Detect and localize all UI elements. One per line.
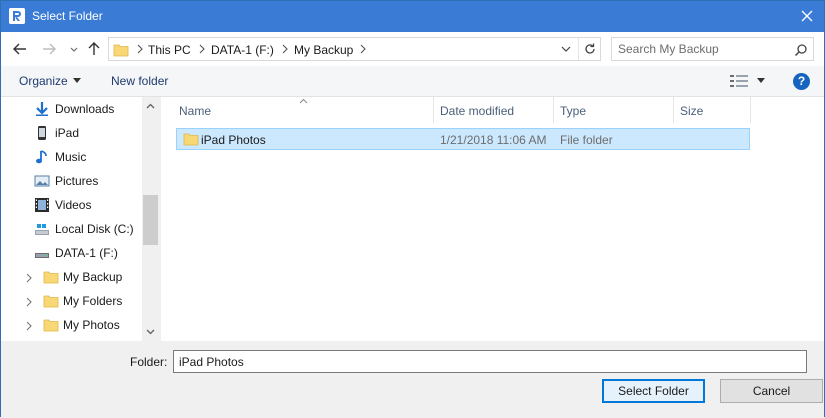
column-header-label: Type [560, 104, 587, 118]
folder-icon [43, 271, 59, 284]
pictures-icon [34, 175, 50, 187]
videos-icon [35, 198, 49, 212]
folder-icon [43, 295, 59, 308]
sidebar-item-pictures[interactable]: Pictures [1, 169, 141, 193]
cancel-button[interactable]: Cancel [720, 379, 823, 403]
file-date-modified: 1/21/2018 11:06 AM [440, 133, 547, 147]
recent-locations-button[interactable] [65, 40, 83, 58]
sidebar-item-ipad[interactable]: iPad [1, 121, 141, 145]
close-button[interactable] [790, 1, 824, 32]
breadcrumb-my-backup[interactable]: My Backup [294, 43, 353, 57]
caret-down-icon[interactable] [73, 78, 81, 83]
breadcrumb-data-1[interactable]: DATA-1 (F:) [211, 43, 274, 57]
drive-icon [35, 224, 49, 235]
sidebar-item-videos[interactable]: Videos [1, 193, 141, 217]
sidebar-item-downloads[interactable]: Downloads [1, 97, 141, 121]
select-folder-button[interactable]: Select Folder [602, 379, 705, 403]
sidebar-item-music[interactable]: Music [1, 145, 141, 169]
sidebar-item-label: Downloads [55, 102, 115, 116]
sidebar-item-label: Videos [55, 198, 92, 212]
refresh-icon[interactable] [583, 42, 597, 56]
back-button[interactable] [11, 40, 29, 58]
chevron-right-icon [360, 44, 366, 54]
sidebar-item-label: Pictures [55, 174, 99, 188]
sidebar-item-label: Music [55, 150, 87, 164]
chevron-right-icon[interactable] [25, 297, 33, 307]
dialog-footer: Folder: Select Folder Cancel [1, 341, 824, 418]
sidebar-item-label: My Photos [63, 318, 120, 332]
column-header-size[interactable]: Size [674, 97, 751, 123]
search-input[interactable] [618, 41, 788, 57]
help-button[interactable]: ? [793, 73, 810, 90]
chevron-right-icon[interactable] [25, 321, 33, 331]
file-name: iPad Photos [201, 133, 266, 147]
ipad-icon [38, 126, 46, 140]
chevron-right-icon [199, 44, 205, 54]
caret-down-icon[interactable] [757, 78, 765, 83]
organize-button[interactable]: Organize [19, 74, 68, 88]
scrollbar-thumb[interactable] [143, 195, 158, 245]
breadcrumb-this-pc[interactable]: This PC [148, 43, 191, 57]
folder-icon [113, 44, 129, 57]
navigation-bar: This PC DATA-1 (F:) My Backup [1, 32, 824, 66]
scroll-down-icon[interactable] [146, 329, 155, 335]
file-list: Name Date modified Type Size iPad Photos… [161, 97, 824, 341]
sidebar-item-label: Local Disk (C:) [55, 222, 134, 236]
chevron-right-icon [137, 44, 143, 54]
address-divider [578, 38, 579, 60]
address-bar[interactable]: This PC DATA-1 (F:) My Backup [108, 37, 601, 61]
forward-button[interactable] [40, 40, 58, 58]
chevron-down-icon [70, 47, 78, 52]
address-dropdown-icon[interactable] [561, 45, 571, 53]
scroll-up-icon[interactable] [146, 103, 155, 109]
sidebar-item-my-photos[interactable]: My Photos [1, 313, 141, 337]
file-type: File folder [560, 133, 613, 147]
table-row[interactable]: iPad Photos 1/21/2018 11:06 AM File fold… [176, 128, 750, 150]
up-button[interactable] [85, 40, 103, 58]
sidebar-item-label: My Backup [63, 270, 123, 284]
column-header-type[interactable]: Type [554, 97, 674, 123]
sidebar-item-label: DATA-1 (F:) [55, 246, 118, 260]
select-folder-dialog: Select Folder This PC DATA-1 (F:) My Bac… [0, 0, 825, 418]
sidebar-item-data-1[interactable]: DATA-1 (F:) [1, 241, 141, 265]
column-header-label: Date modified [440, 104, 515, 118]
drive-icon [35, 253, 49, 258]
command-bar: Organize New folder ? [1, 66, 824, 97]
column-header-date-modified[interactable]: Date modified [434, 97, 554, 123]
folder-icon [183, 133, 199, 146]
folder-icon [43, 319, 59, 332]
sidebar-item-label: My Folders [63, 294, 123, 308]
chevron-right-icon [282, 44, 288, 54]
close-icon [801, 10, 813, 22]
sidebar-item-my-folders[interactable]: My Folders [1, 289, 141, 313]
navigation-pane: Downloads iPad Music Pictures Videos Loc… [1, 97, 159, 341]
window-title: Select Folder [32, 9, 103, 23]
column-header-name[interactable]: Name [173, 97, 434, 123]
forward-arrow-icon [43, 43, 56, 55]
column-header-label: Size [680, 104, 704, 118]
sidebar-item-local-disk[interactable]: Local Disk (C:) [1, 217, 141, 241]
sidebar-item-my-backup[interactable]: My Backup [1, 265, 141, 289]
download-icon [36, 102, 48, 116]
sidebar-item-label: iPad [55, 126, 80, 140]
view-options-icon[interactable] [730, 75, 748, 87]
back-arrow-icon [13, 43, 26, 55]
column-header-label: Name [179, 104, 212, 118]
navigation-scrollbar[interactable] [142, 97, 159, 341]
up-arrow-icon [88, 42, 100, 55]
new-folder-button[interactable]: New folder [111, 74, 168, 88]
title-bar: Select Folder [1, 1, 824, 32]
app-r-icon [9, 8, 25, 24]
search-icon[interactable] [794, 43, 808, 57]
folder-name-field[interactable] [173, 350, 807, 373]
music-icon [36, 150, 47, 164]
folder-label: Folder: [130, 355, 168, 369]
search-box[interactable] [611, 37, 814, 61]
chevron-right-icon[interactable] [25, 273, 33, 283]
